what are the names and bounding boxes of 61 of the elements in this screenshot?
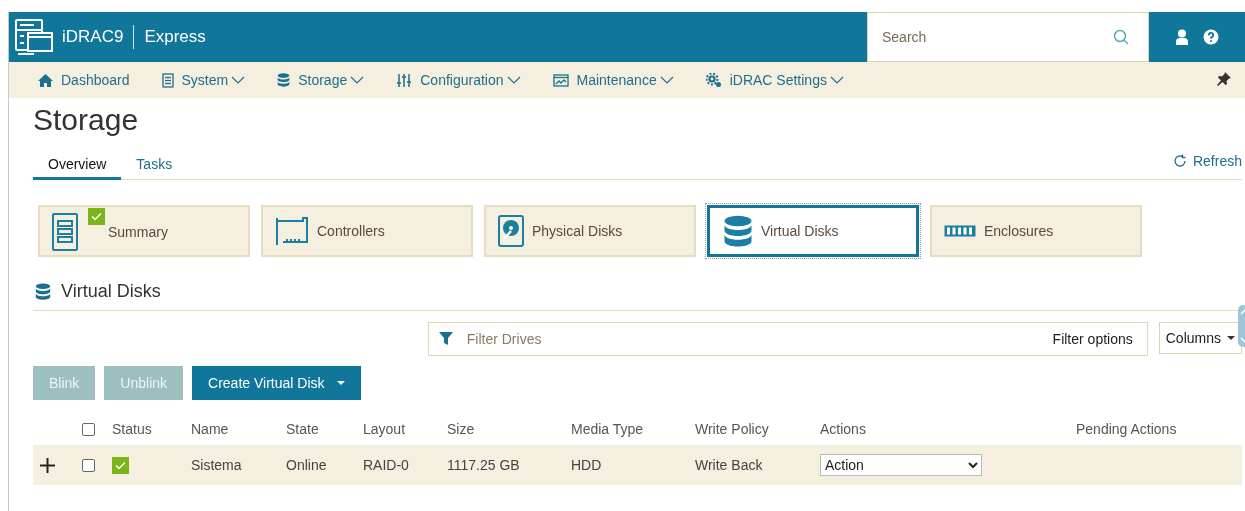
column-header: Name [191,421,229,437]
nav-menu-item[interactable]: System [161,72,246,88]
storage-category-card[interactable]: Summary [38,205,250,257]
user-icon[interactable] [1175,29,1189,45]
column-header: Status [112,421,152,437]
table-cell: RAID-0 [363,457,409,473]
column-header: Media Type [571,421,644,437]
product-edition: Express [144,27,206,47]
search-field[interactable]: Search [867,12,1149,62]
storage-category-card[interactable]: Virtual Disks [707,205,919,257]
table-row[interactable]: Sistema Online RAID-0 1117.25 GB HDD Write Back Action [33,445,1242,485]
product-name: iDRAC9 [62,27,124,47]
server-logo-icon [14,18,54,56]
column-header: Layout [363,421,406,437]
action-select[interactable]: Action [820,454,982,476]
pin-icon[interactable] [1217,71,1231,86]
help-icon[interactable] [1203,29,1219,45]
expansion-card-icon [275,216,309,246]
toolbar-button[interactable]: Create Virtual Disk [192,366,361,400]
filter-icon [438,332,453,346]
filter-options-link[interactable]: Filter options [1052,331,1133,347]
tab[interactable]: Overview [33,156,122,180]
column-header: Pending Actions [1076,421,1177,437]
table-cell: Sistema [191,457,242,473]
columns-dropdown[interactable]: Columns [1158,322,1242,354]
search-icon[interactable] [1113,29,1129,45]
table-cell: 1117.25 GB [447,457,520,473]
table-cell: HDD [571,457,602,473]
plus-icon[interactable] [40,457,55,473]
refresh-link[interactable]: Refresh [1172,153,1242,169]
nav-menu-item[interactable]: Dashboard [38,72,130,88]
refresh-icon[interactable] [1172,154,1187,168]
column-header: Size [447,421,475,437]
tab[interactable]: Tasks [121,156,188,180]
server-icon [52,213,78,251]
column-header: Write Policy [695,421,769,437]
page-title: Storage [33,102,140,138]
nav-menu-item[interactable]: Maintenance [552,72,674,88]
server-icon [161,72,174,88]
storage-category-card[interactable]: Enclosures [930,205,1142,257]
database-icon [723,214,753,248]
home-icon [38,73,53,87]
table-cell: Online [286,457,327,473]
nav-menu-item[interactable]: iDRAC Settings [705,72,844,88]
database-icon [277,72,291,88]
monitor-chart-icon [552,73,569,87]
database-icon [35,282,51,301]
table-cell: Write Back [695,457,763,473]
nav-menu-item[interactable]: Configuration [396,72,521,88]
column-header: Actions [820,421,866,437]
row-checkbox[interactable] [82,458,95,472]
section-title: Virtual Disks [61,281,161,302]
hard-drive-icon [498,215,524,247]
gears-icon [705,72,722,88]
sliders-icon [396,72,413,88]
enclosure-icon [944,225,976,237]
storage-category-card[interactable]: Controllers [261,205,473,257]
storage-category-card[interactable]: Physical Disks [484,205,696,257]
nav-menu-item[interactable]: Storage [277,72,365,88]
select-all-checkbox[interactable] [82,422,95,436]
column-header: State [286,421,319,437]
